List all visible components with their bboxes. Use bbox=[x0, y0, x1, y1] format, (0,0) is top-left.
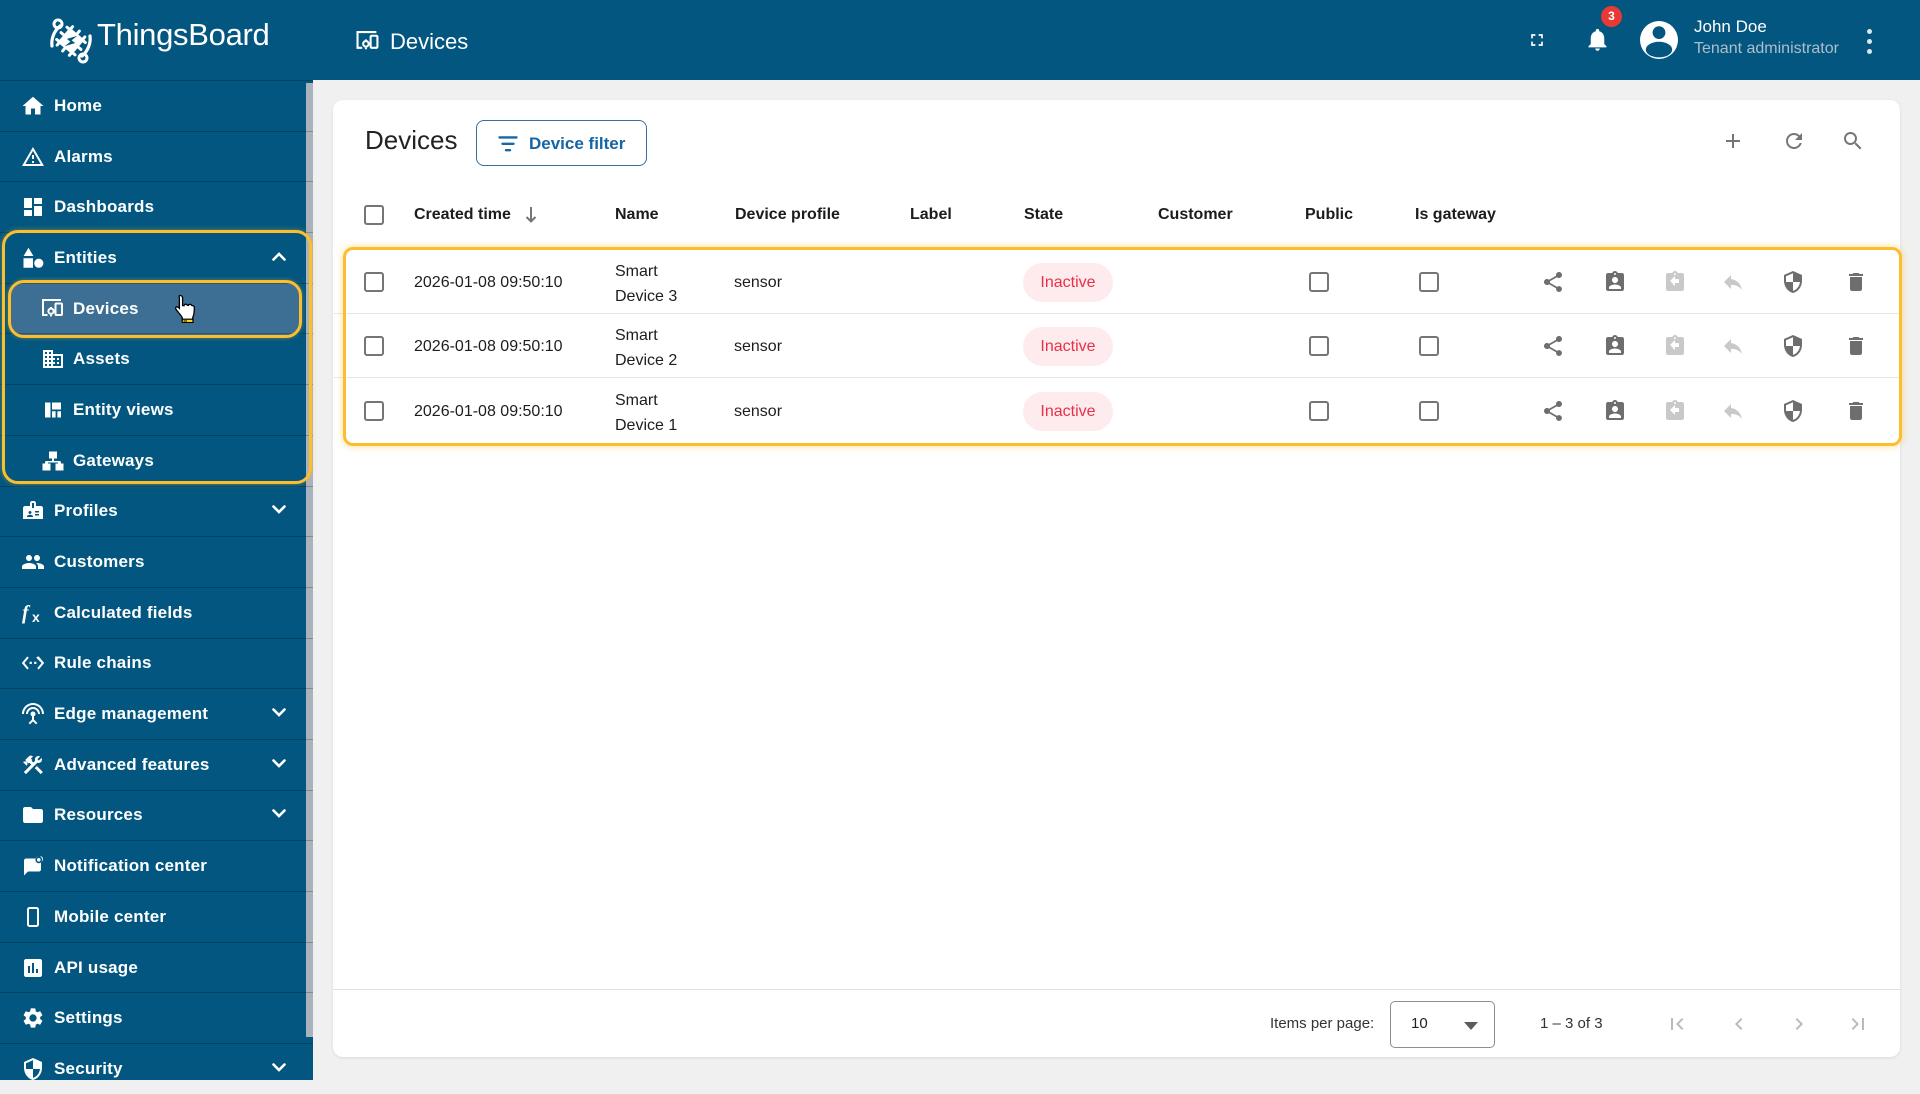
svg-text:f: f bbox=[22, 602, 31, 624]
svg-text:x: x bbox=[32, 609, 40, 625]
